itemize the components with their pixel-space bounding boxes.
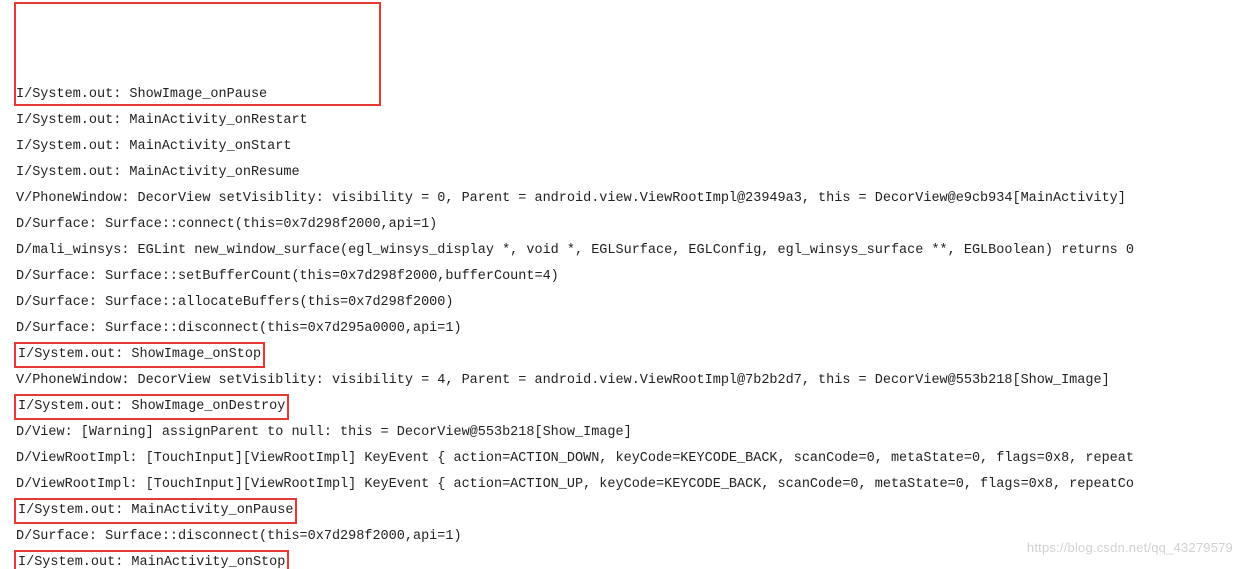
log-line[interactable]: D/View: [Warning] assignParent to null: … xyxy=(16,420,1235,446)
log-text: D/ViewRootImpl: [TouchInput][ViewRootImp… xyxy=(16,477,1134,492)
log-text: I/System.out: MainActivity_onStart xyxy=(16,139,291,154)
log-line[interactable]: D/ViewRootImpl: [TouchInput][ViewRootImp… xyxy=(16,446,1235,472)
log-line[interactable]: D/Surface: Surface::connect(this=0x7d298… xyxy=(16,212,1235,238)
log-text: I/System.out: MainActivity_onRestart xyxy=(16,113,308,128)
log-line[interactable]: I/System.out: MainActivity_onStop xyxy=(16,550,1235,569)
log-text: D/mali_winsys: EGLint new_window_surface… xyxy=(16,243,1134,258)
log-text: D/Surface: Surface::setBufferCount(this=… xyxy=(16,269,559,284)
highlight-box: I/System.out: MainActivity_onPause xyxy=(14,498,297,524)
log-line[interactable]: D/Surface: Surface::disconnect(this=0x7d… xyxy=(16,524,1235,550)
log-line[interactable]: D/Surface: Surface::allocateBuffers(this… xyxy=(16,290,1235,316)
highlight-box: I/System.out: ShowImage_onDestroy xyxy=(14,394,289,420)
highlight-box: I/System.out: MainActivity_onStop xyxy=(14,550,289,569)
log-text: I/System.out: ShowImage_onPause xyxy=(16,87,267,102)
log-text: V/PhoneWindow: DecorView setVisiblity: v… xyxy=(16,191,1126,206)
log-text: D/Surface: Surface::connect(this=0x7d298… xyxy=(16,217,437,232)
log-line[interactable]: I/System.out: ShowImage_onDestroy xyxy=(16,394,1235,420)
log-text: D/View: [Warning] assignParent to null: … xyxy=(16,425,632,440)
log-line[interactable]: I/System.out: MainActivity_onPause xyxy=(16,498,1235,524)
log-text: D/ViewRootImpl: [TouchInput][ViewRootImp… xyxy=(16,451,1134,466)
log-line[interactable]: D/Surface: Surface::disconnect(this=0x7d… xyxy=(16,316,1235,342)
log-line[interactable]: I/System.out: MainActivity_onStart xyxy=(16,134,1235,160)
log-line[interactable]: I/System.out: ShowImage_onPause xyxy=(16,82,1235,108)
log-text: I/System.out: MainActivity_onResume xyxy=(16,165,300,180)
log-text: D/Surface: Surface::disconnect(this=0x7d… xyxy=(16,321,462,336)
log-line[interactable]: D/Surface: Surface::setBufferCount(this=… xyxy=(16,264,1235,290)
log-text: D/Surface: Surface::allocateBuffers(this… xyxy=(16,295,453,310)
log-line[interactable]: I/System.out: MainActivity_onRestart xyxy=(16,108,1235,134)
log-line[interactable]: I/System.out: ShowImage_onStop xyxy=(16,342,1235,368)
log-line[interactable]: I/System.out: MainActivity_onResume xyxy=(16,160,1235,186)
log-text: D/Surface: Surface::disconnect(this=0x7d… xyxy=(16,529,462,544)
log-line[interactable]: V/PhoneWindow: DecorView setVisiblity: v… xyxy=(16,186,1235,212)
highlight-box: I/System.out: ShowImage_onStop xyxy=(14,342,265,368)
log-line[interactable]: V/PhoneWindow: DecorView setVisiblity: v… xyxy=(16,368,1235,394)
log-line[interactable]: D/mali_winsys: EGLint new_window_surface… xyxy=(16,238,1235,264)
log-text: V/PhoneWindow: DecorView setVisiblity: v… xyxy=(16,373,1110,388)
log-line[interactable]: D/ViewRootImpl: [TouchInput][ViewRootImp… xyxy=(16,472,1235,498)
logcat-output[interactable]: I/System.out: ShowImage_onPause I/System.… xyxy=(0,0,1251,569)
